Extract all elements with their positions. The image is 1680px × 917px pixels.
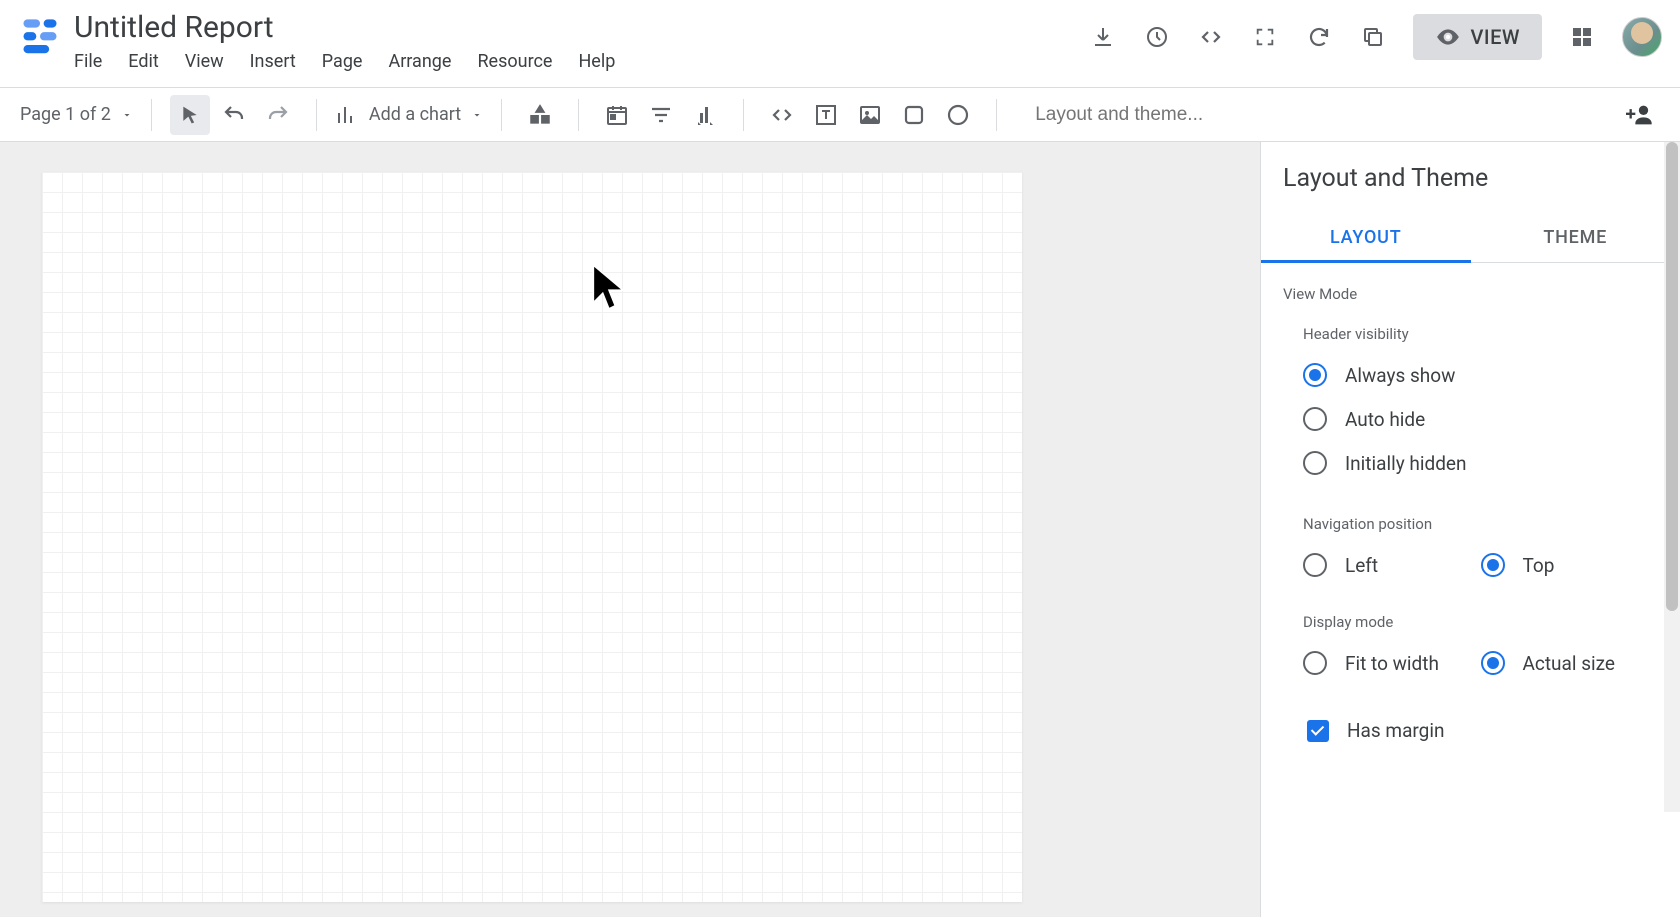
url-embed-icon[interactable] — [762, 95, 802, 135]
toolbar: Page 1 of 2 Add a chart — [0, 88, 1680, 142]
report-canvas[interactable] — [42, 172, 1022, 902]
section-view-mode: View Mode — [1261, 263, 1680, 307]
radio-initially-hidden[interactable]: Initially hidden — [1261, 441, 1680, 485]
separator — [316, 99, 317, 131]
panel-title: Layout and Theme — [1261, 142, 1680, 213]
menu-file[interactable]: File — [74, 51, 102, 72]
label-display-mode: Display mode — [1261, 587, 1680, 641]
chevron-down-icon — [121, 109, 133, 121]
select-tool-icon[interactable] — [170, 95, 210, 135]
title-and-menus: Untitled Report File Edit View Insert Pa… — [74, 8, 1089, 72]
page-selector[interactable]: Page 1 of 2 — [20, 104, 133, 125]
menu-resource[interactable]: Resource — [477, 51, 552, 72]
history-icon[interactable] — [1143, 23, 1171, 51]
radio-label: Left — [1345, 554, 1378, 577]
filter-control-icon[interactable] — [641, 95, 681, 135]
app-header: Untitled Report File Edit View Insert Pa… — [0, 0, 1680, 88]
separator — [501, 99, 502, 131]
checkbox-icon — [1307, 720, 1329, 742]
menu-insert[interactable]: Insert — [250, 51, 296, 72]
main-area: Layout and Theme LAYOUT THEME View Mode … — [0, 142, 1680, 917]
radio-label: Actual size — [1523, 652, 1615, 675]
radio-auto-hide[interactable]: Auto hide — [1261, 397, 1680, 441]
separator — [743, 99, 744, 131]
copy-icon[interactable] — [1359, 23, 1387, 51]
menu-page[interactable]: Page — [322, 51, 363, 72]
canvas-area — [0, 142, 1260, 917]
separator — [578, 99, 579, 131]
data-control-icon[interactable] — [685, 95, 725, 135]
tab-theme[interactable]: THEME — [1471, 213, 1680, 262]
layout-theme-input[interactable] — [1015, 104, 1616, 126]
radio-icon — [1303, 553, 1327, 577]
radio-label: Auto hide — [1345, 408, 1425, 431]
image-icon[interactable] — [850, 95, 890, 135]
radio-icon — [1303, 407, 1327, 431]
radio-always-show[interactable]: Always show — [1261, 353, 1680, 397]
radio-label: Top — [1523, 554, 1555, 577]
tab-layout[interactable]: LAYOUT — [1261, 213, 1471, 262]
menu-view[interactable]: View — [185, 51, 224, 72]
panel-tabs: LAYOUT THEME — [1261, 213, 1680, 263]
eye-icon — [1435, 24, 1461, 50]
fullscreen-icon[interactable] — [1251, 23, 1279, 51]
radio-fit-width[interactable]: Fit to width — [1303, 651, 1481, 675]
menu-arrange[interactable]: Arrange — [388, 51, 451, 72]
header-actions: VIEW — [1089, 14, 1662, 60]
separator — [996, 99, 997, 131]
user-avatar[interactable] — [1622, 17, 1662, 57]
side-panel: Layout and Theme LAYOUT THEME View Mode … — [1260, 142, 1680, 917]
separator — [151, 99, 152, 131]
add-chart-button[interactable]: Add a chart — [335, 103, 483, 127]
undo-icon[interactable] — [214, 95, 254, 135]
redo-icon[interactable] — [258, 95, 298, 135]
label-navigation-position: Navigation position — [1261, 485, 1680, 543]
radio-icon — [1303, 651, 1327, 675]
cursor-icon — [590, 262, 628, 312]
menu-bar: File Edit View Insert Page Arrange Resou… — [74, 51, 1089, 72]
scrollbar[interactable] — [1664, 142, 1680, 812]
radio-nav-left[interactable]: Left — [1303, 553, 1481, 577]
text-box-icon[interactable] — [806, 95, 846, 135]
document-title[interactable]: Untitled Report — [74, 8, 1089, 47]
view-button[interactable]: VIEW — [1413, 14, 1542, 60]
radio-icon — [1303, 451, 1327, 475]
radio-icon — [1481, 553, 1505, 577]
bar-chart-icon — [335, 103, 359, 127]
radio-label: Fit to width — [1345, 652, 1439, 675]
radio-actual-size[interactable]: Actual size — [1481, 651, 1659, 675]
radio-label: Initially hidden — [1345, 452, 1466, 475]
chevron-down-icon — [471, 109, 483, 121]
radio-icon — [1481, 651, 1505, 675]
rectangle-icon[interactable] — [894, 95, 934, 135]
page-selector-label: Page 1 of 2 — [20, 104, 111, 125]
radio-icon — [1303, 363, 1327, 387]
apps-grid-icon[interactable] — [1568, 23, 1596, 51]
app-logo-icon — [18, 12, 62, 56]
add-chart-label: Add a chart — [369, 104, 461, 125]
checkbox-has-margin[interactable]: Has margin — [1261, 709, 1680, 752]
community-visualization-icon[interactable] — [520, 95, 560, 135]
checkbox-label: Has margin — [1347, 719, 1444, 742]
scrollbar-thumb[interactable] — [1666, 142, 1678, 611]
menu-edit[interactable]: Edit — [128, 51, 158, 72]
download-icon[interactable] — [1089, 23, 1117, 51]
radio-label: Always show — [1345, 364, 1455, 387]
label-header-visibility: Header visibility — [1261, 307, 1680, 353]
refresh-icon[interactable] — [1305, 23, 1333, 51]
radio-nav-top[interactable]: Top — [1481, 553, 1659, 577]
menu-help[interactable]: Help — [578, 51, 615, 72]
add-people-icon[interactable] — [1620, 95, 1660, 135]
view-button-label: VIEW — [1471, 25, 1520, 49]
circle-icon[interactable] — [938, 95, 978, 135]
embed-icon[interactable] — [1197, 23, 1225, 51]
date-range-icon[interactable] — [597, 95, 637, 135]
